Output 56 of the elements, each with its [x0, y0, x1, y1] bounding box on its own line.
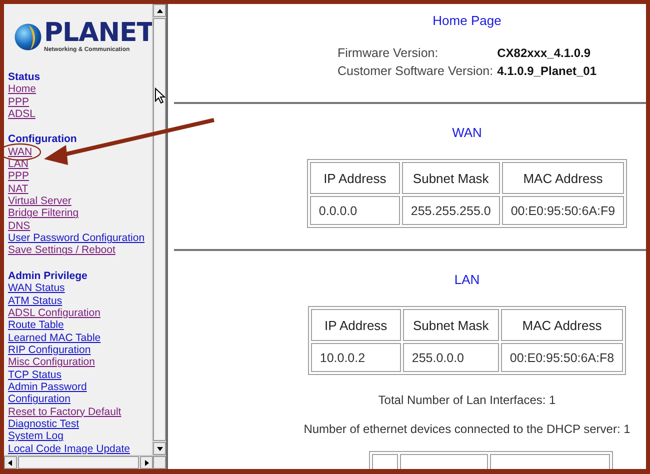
column-header: IP Address	[310, 162, 400, 194]
sidebar-link[interactable]: LAN	[8, 158, 28, 170]
sidebar-link[interactable]: Local Code Image Update	[8, 442, 130, 455]
up-arrow-icon	[156, 8, 162, 12]
page-title: Home Page	[432, 13, 502, 29]
left-arrow-icon	[8, 460, 12, 466]
sidebar-link[interactable]: WAN Status	[8, 282, 65, 294]
info-text: Number of ethernet devices connected to the DHCP server: 1	[304, 422, 630, 436]
horizontal-scrollbar[interactable]	[4, 455, 166, 469]
right-arrow-icon	[144, 460, 149, 466]
sidebar-link[interactable]: PPP	[8, 170, 30, 183]
sidebar-link[interactable]: PPP	[8, 96, 30, 108]
section-title: WAN	[452, 125, 482, 141]
sidebar-link[interactable]: DNS	[8, 220, 30, 232]
brand-logo: PLANET	[44, 20, 154, 46]
scroll-thumb[interactable]	[18, 456, 140, 469]
down-arrow-icon	[156, 446, 162, 450]
sidebar-link[interactable]: Virtual Server	[8, 195, 72, 208]
sidebar-link[interactable]: Route Table	[8, 319, 64, 332]
section-heading: Configuration	[8, 133, 77, 146]
version-label: Firmware Version:	[337, 46, 440, 61]
table-cell: 0.0.0.0	[310, 196, 400, 225]
table-cell: 255.0.0.0	[402, 343, 499, 372]
sidebar-link[interactable]: NAT	[8, 182, 28, 196]
sidebar-link[interactable]: ADSL Configuration	[8, 306, 100, 320]
version-value: CX82xxx_4.1.0.9	[497, 46, 592, 61]
sidebar-link[interactable]: TCP Status	[8, 368, 62, 381]
mouse-pointer-icon	[155, 88, 165, 104]
sidebar-link[interactable]: Diagnostic Test	[8, 418, 80, 430]
sidebar-link[interactable]: Learned MAC Table	[8, 332, 101, 344]
sidebar-link[interactable]: Save Settings / Reboot	[8, 244, 116, 257]
table-cell: 00:E0:95:50:6A:F8	[500, 343, 624, 372]
sidebar-link[interactable]: ATM Status	[8, 294, 62, 307]
sidebar-link[interactable]: Admin Password Configuration	[8, 380, 148, 406]
sidebar-link[interactable]: User Password Configuration	[8, 232, 145, 244]
section-heading: Admin Privilege	[8, 270, 88, 282]
sidebar-link[interactable]: ADSL	[8, 108, 36, 120]
sidebar-link[interactable]: Bridge Filtering	[8, 207, 79, 220]
column-header: IP Address	[310, 309, 401, 341]
sidebar-link[interactable]: Reset to Factory Default	[8, 406, 122, 418]
section-heading: Status	[8, 71, 40, 84]
version-label: Customer Software Version:	[337, 64, 494, 79]
section-title: LAN	[454, 272, 480, 288]
info-text: Total Number of Lan Interfaces: 1	[378, 393, 556, 407]
sidebar-link[interactable]: RIP Configuration	[8, 344, 91, 356]
column-header: Subnet Mask	[402, 309, 499, 341]
sidebar-link[interactable]: Home	[8, 83, 36, 96]
column-header: Subnet Mask	[402, 162, 500, 194]
table-cell: 255.255.255.0	[402, 196, 500, 225]
version-value: 4.1.0.9_Planet_01	[497, 64, 597, 79]
column-header: MAC Address	[500, 309, 624, 341]
sidebar-link[interactable]: Misc Configuration	[8, 356, 95, 369]
table-cell: 00:E0:95:50:6A:F9	[502, 196, 624, 225]
table-cell: 10.0.0.2	[310, 343, 401, 372]
column-header: MAC Address	[502, 162, 624, 194]
sidebar-link[interactable]: System Log	[8, 430, 64, 443]
